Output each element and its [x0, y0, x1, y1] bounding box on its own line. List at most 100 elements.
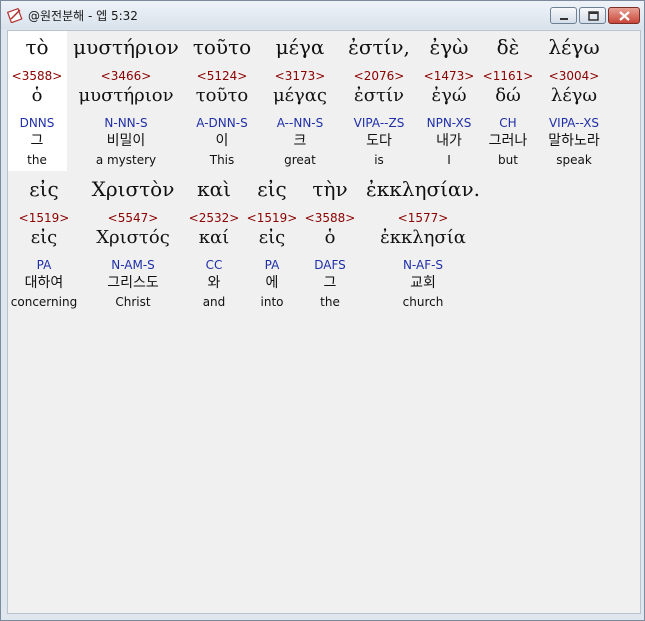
- korean-gloss: 내가: [436, 133, 462, 149]
- greek-word: εἰς: [257, 177, 287, 201]
- korean-gloss: 비밀이: [106, 133, 146, 149]
- greek-word: Χριστὸν: [91, 177, 175, 201]
- word-item[interactable]: εἰς <1519> εἰς PA 에 into: [246, 177, 298, 313]
- strongs-number: <1577>: [397, 211, 449, 225]
- maximize-button[interactable]: [579, 7, 606, 24]
- korean-gloss: 에: [265, 275, 279, 291]
- english-gloss: Christ: [115, 295, 151, 309]
- korean-gloss: 교회: [410, 275, 436, 291]
- korean-gloss: 이: [215, 133, 229, 149]
- greek-word: ἐκκλησίαν.: [366, 177, 480, 201]
- verse-analysis-panel[interactable]: τὸ <3588> ὁ DNNS 그 the μυστήριον <3466> …: [7, 30, 641, 614]
- lemma: ἐστίν: [354, 85, 404, 106]
- greek-word: εἰς: [29, 177, 59, 201]
- lemma: δώ: [495, 85, 521, 106]
- lemma: ὁ: [31, 85, 43, 106]
- greek-word: δὲ: [496, 35, 520, 59]
- strongs-number: <3588>: [11, 69, 63, 83]
- english-gloss: I: [447, 153, 451, 167]
- english-gloss: into: [260, 295, 284, 309]
- word-item[interactable]: εἰς <1519> εἰς PA 대하여 concerning: [8, 177, 80, 313]
- greek-word: τοῦτο: [192, 35, 252, 59]
- word-item[interactable]: ἐκκλησίαν. <1577> ἐκκλησία N-AF-S 교회 chu…: [366, 177, 480, 313]
- strongs-number: <5124>: [196, 69, 248, 83]
- strongs-number: <1519>: [246, 211, 298, 225]
- greek-word: μυστήριον: [73, 35, 179, 59]
- strongs-number: <2076>: [353, 69, 405, 83]
- window-title: @원전분해 - 엡 5:32: [28, 9, 138, 23]
- close-button[interactable]: [608, 7, 640, 24]
- lemma: λέγω: [550, 85, 598, 106]
- word-item[interactable]: ἐστίν, <2076> ἐστίν VIPA--ZS 도다 is: [342, 35, 416, 171]
- strongs-number: <3466>: [100, 69, 152, 83]
- korean-gloss: 와: [207, 275, 221, 291]
- english-gloss: church: [402, 295, 444, 309]
- parsing-code: PA: [36, 258, 52, 272]
- word-item[interactable]: τὸ <3588> ὁ DNNS 그 the: [6, 35, 68, 171]
- word-item[interactable]: τὴν <3588> ὁ DAFS 그 the: [302, 177, 358, 313]
- strongs-number: <1519>: [18, 211, 70, 225]
- parsing-code: VIPA--ZS: [353, 116, 405, 130]
- parsing-code: CC: [205, 258, 223, 272]
- korean-gloss: 크: [293, 133, 307, 149]
- parsing-code: PA: [264, 258, 280, 272]
- parsing-code: N-NN-S: [104, 116, 148, 130]
- app-icon[interactable]: [6, 7, 23, 24]
- greek-word: τὴν: [312, 177, 348, 201]
- lemma: ἐκκλησία: [380, 227, 466, 248]
- parsing-code: N-AM-S: [111, 258, 155, 272]
- greek-word: καὶ: [197, 177, 231, 201]
- lemma: μυστήριον: [78, 85, 174, 106]
- korean-gloss: 그: [323, 275, 337, 291]
- english-gloss: speak: [556, 153, 592, 167]
- lemma: εἰς: [30, 227, 58, 248]
- lemma: ὁ: [324, 227, 336, 248]
- english-gloss: a mystery: [95, 153, 157, 167]
- greek-word: ἐστίν,: [348, 35, 410, 59]
- parsing-code: A-DNN-S: [196, 116, 248, 130]
- strongs-number: <1161>: [482, 69, 534, 83]
- english-gloss: great: [284, 153, 316, 167]
- title-bar[interactable]: @원전분해 - 엡 5:32: [1, 1, 644, 29]
- parsing-code: DNNS: [19, 116, 55, 130]
- korean-gloss: 그러나: [488, 133, 528, 149]
- strongs-number: <5547>: [107, 211, 159, 225]
- word-item[interactable]: μέγα <3173> μέγας A--NN-S 크 great: [265, 35, 335, 171]
- parsing-code: N-AF-S: [402, 258, 444, 272]
- lemma: Χριστός: [96, 227, 170, 248]
- parsing-code: VIPA--XS: [548, 116, 600, 130]
- minimize-button[interactable]: [550, 7, 577, 24]
- lemma: εἰς: [258, 227, 286, 248]
- word-item[interactable]: τοῦτο <5124> τοῦτο A-DNN-S 이 This: [191, 35, 253, 171]
- english-gloss: concerning: [10, 295, 78, 309]
- strongs-number: <3588>: [304, 211, 356, 225]
- english-gloss: but: [498, 153, 518, 167]
- english-gloss: the: [27, 153, 47, 167]
- korean-gloss: 대하여: [24, 275, 64, 291]
- korean-gloss: 말하노라: [548, 133, 600, 149]
- english-gloss: and: [202, 295, 226, 309]
- lemma: ἐγώ: [431, 85, 467, 106]
- word-item[interactable]: ἐγὼ <1473> ἐγώ NPN-XS 내가 I: [418, 35, 480, 171]
- word-item[interactable]: λέγω <3004> λέγω VIPA--XS 말하노라 speak: [536, 35, 612, 171]
- english-gloss: This: [209, 153, 235, 167]
- parsing-code: DAFS: [314, 258, 346, 272]
- english-gloss: is: [374, 153, 384, 167]
- word-item[interactable]: μυστήριον <3466> μυστήριον N-NN-S 비밀이 a …: [66, 35, 186, 171]
- greek-word: ἐγὼ: [429, 35, 469, 59]
- greek-word: τὸ: [25, 35, 49, 59]
- greek-word: μέγα: [275, 35, 325, 59]
- word-item[interactable]: Χριστὸν <5547> Χριστός N-AM-S 그리스도 Chris…: [86, 177, 180, 313]
- strongs-number: <3004>: [548, 69, 600, 83]
- lemma: τοῦτο: [195, 85, 249, 106]
- strongs-number: <2532>: [188, 211, 240, 225]
- lemma: μέγας: [272, 85, 328, 106]
- word-item[interactable]: καὶ <2532> καί CC 와 and: [186, 177, 242, 313]
- korean-gloss: 그: [30, 133, 44, 149]
- analysis-window: @원전분해 - 엡 5:32 τὸ <3588> ὁ DNNS 그 the μυ…: [0, 0, 645, 621]
- strongs-number: <3173>: [274, 69, 326, 83]
- korean-gloss: 그리스도: [107, 275, 159, 291]
- word-item[interactable]: δὲ <1161> δώ CH 그러나 but: [480, 35, 536, 171]
- lemma: καί: [198, 227, 230, 248]
- parsing-code: NPN-XS: [426, 116, 472, 130]
